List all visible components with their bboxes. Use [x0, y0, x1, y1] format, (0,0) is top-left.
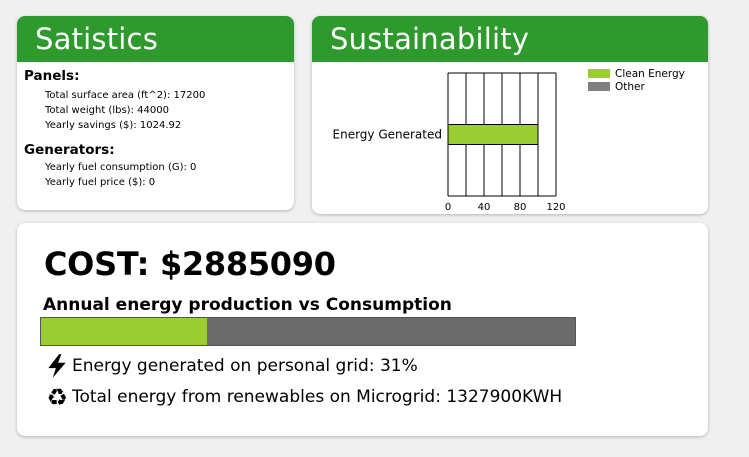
- weight-stat: Total weight (lbs): 44000: [45, 105, 169, 116]
- savings-stat: Yearly savings ($): 1024.92: [45, 120, 182, 131]
- chart-legend: Clean Energy Other: [588, 67, 685, 93]
- sustainability-header: Sustainability: [312, 16, 708, 62]
- fuel-consumption-stat: Yearly fuel consumption (G): 0: [45, 162, 197, 173]
- personal-grid-row: Energy generated on personal grid: 31%: [44, 353, 418, 379]
- microgrid-row: ♻ Total energy from renewables on Microg…: [44, 384, 562, 410]
- legend-entry: Other: [588, 80, 685, 93]
- legend-swatch: [588, 69, 610, 78]
- statistics-card: Satistics Panels: Total surface area (ft…: [17, 16, 294, 210]
- generators-stats-list: Yearly fuel consumption (G): 0 Yearly fu…: [17, 160, 294, 190]
- cost-card: COST: $2885090 Annual energy production …: [17, 223, 708, 436]
- lightning-bolt-icon: [48, 354, 66, 378]
- x-tick-label: 80: [514, 202, 527, 213]
- legend-entry: Clean Energy: [588, 67, 685, 80]
- personal-grid-text: Energy generated on personal grid: 31%: [72, 356, 418, 376]
- x-tick-label: 0: [445, 202, 451, 213]
- panels-stats-list: Total surface area (ft^2): 17200 Total w…: [17, 88, 294, 133]
- generators-section-title: Generators:: [24, 142, 115, 158]
- legend-label: Other: [615, 80, 645, 93]
- x-tick-label: 40: [478, 202, 491, 213]
- fuel-price-stat: Yearly fuel price ($): 0: [45, 177, 156, 188]
- statistics-header: Satistics: [17, 16, 294, 62]
- svg-text:♻: ♻: [46, 384, 67, 410]
- energy-progress-fill: [41, 318, 207, 345]
- cost-title: COST: $2885090: [44, 245, 336, 283]
- sustainability-card: Sustainability Energy Generated040801202…: [312, 16, 708, 214]
- x-tick-label: 120: [546, 202, 565, 213]
- legend-swatch: [588, 82, 610, 91]
- panels-section-title: Panels:: [24, 68, 80, 84]
- energy-progress-bar: [40, 317, 576, 346]
- legend-label: Clean Energy: [615, 67, 685, 80]
- microgrid-text: Total energy from renewables on Microgri…: [72, 387, 563, 407]
- surface-area-stat: Total surface area (ft^2): 17200: [45, 90, 206, 101]
- recycle-icon: ♻: [46, 384, 67, 410]
- bar-clean-energy: [447, 124, 539, 145]
- progress-title: Annual energy production vs Consumption: [43, 295, 452, 315]
- category-label: Energy Generated: [333, 128, 443, 142]
